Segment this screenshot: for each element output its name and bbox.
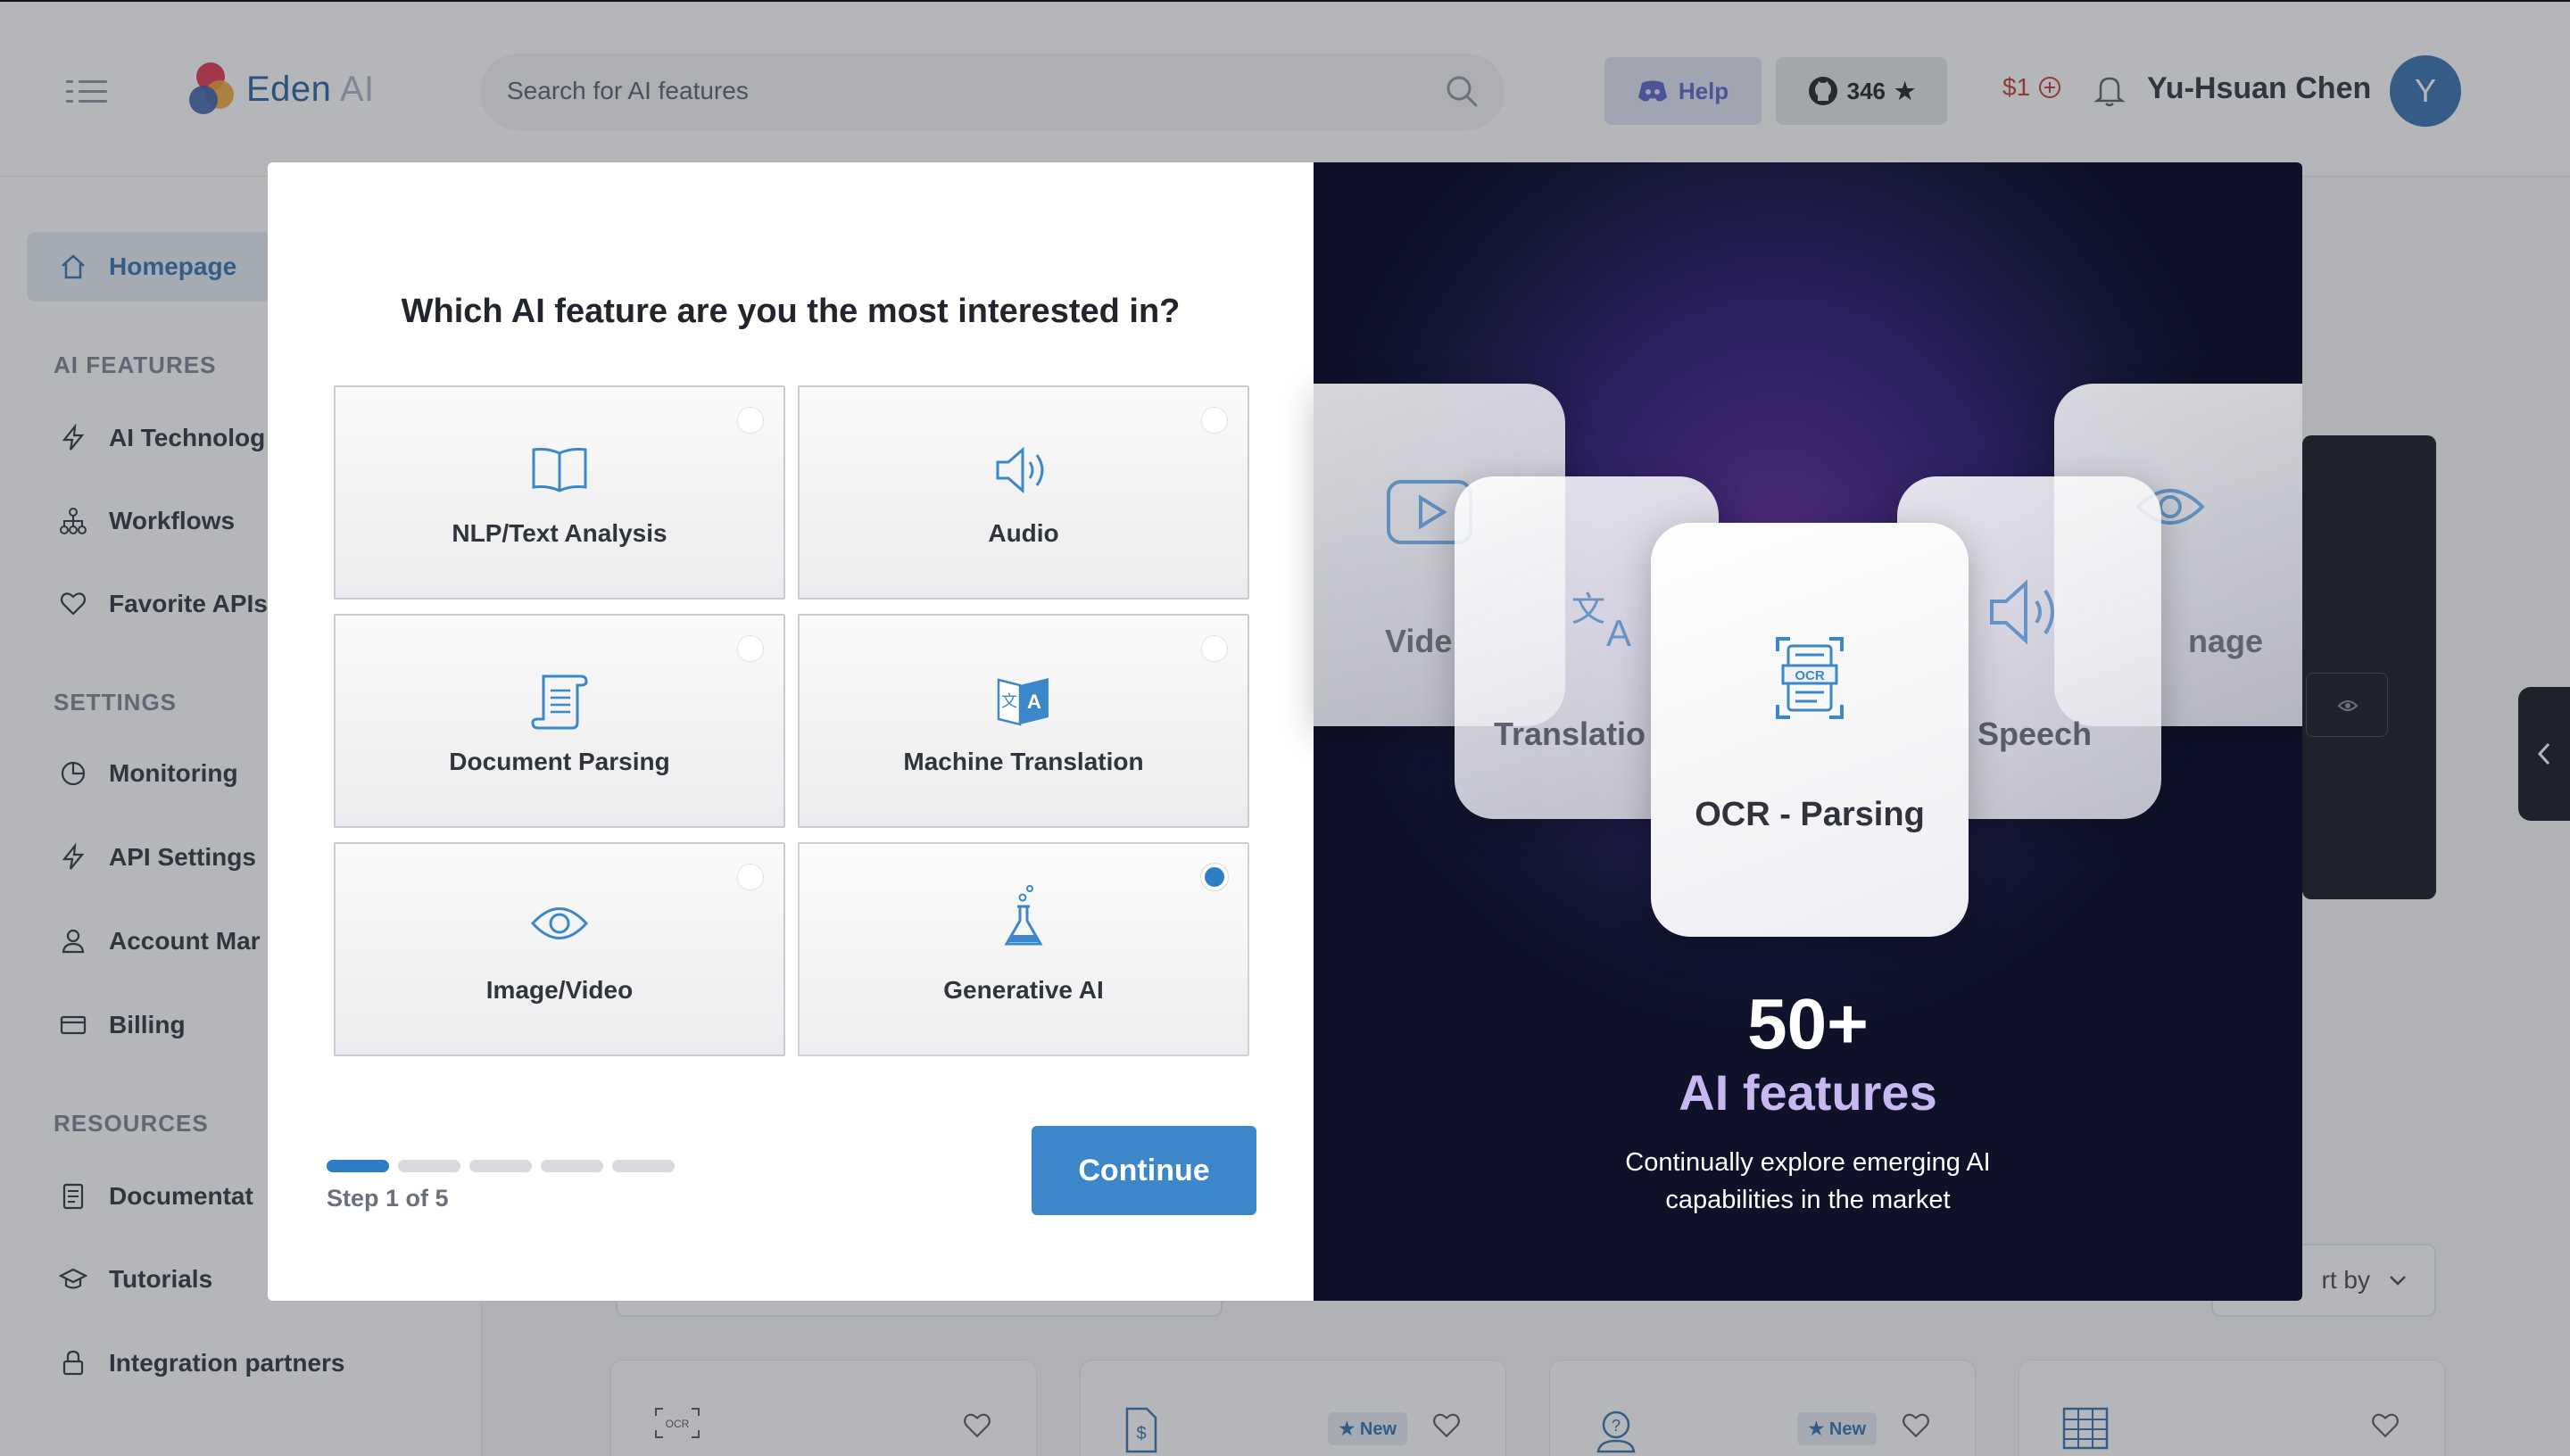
- svg-text:A: A: [1606, 612, 1631, 649]
- option-radio[interactable]: [737, 864, 764, 890]
- feature-card-ocr-parsing: OCR OCR - Parsing: [1651, 523, 1969, 937]
- eye-icon: [530, 901, 589, 946]
- onboarding-modal: Which AI feature are you the most intere…: [268, 162, 2302, 1301]
- translate-icon: 文A: [997, 673, 1050, 732]
- scroll-document-icon: [531, 673, 588, 732]
- feature-card-label: OCR - Parsing: [1695, 796, 1925, 833]
- option-label: Machine Translation: [903, 748, 1144, 775]
- option-machine-translation[interactable]: 文A Machine Translation: [798, 614, 1249, 828]
- option-label: Image/Video: [485, 976, 634, 1004]
- step-progress: [327, 1160, 675, 1172]
- feature-card-label: Translatio: [1494, 716, 1646, 752]
- modal-question-panel: Which AI feature are you the most intere…: [268, 162, 1314, 1301]
- ocr-document-icon: OCR: [1774, 635, 1845, 721]
- option-audio[interactable]: Audio: [798, 385, 1249, 600]
- option-nlp-text-analysis[interactable]: NLP/Text Analysis: [334, 385, 785, 600]
- option-generative-ai[interactable]: Generative AI: [798, 842, 1249, 1056]
- option-document-parsing[interactable]: Document Parsing: [334, 614, 785, 828]
- option-label: NLP/Text Analysis: [452, 519, 667, 547]
- option-image-video[interactable]: Image/Video: [334, 842, 785, 1056]
- progress-segment: [398, 1160, 460, 1172]
- option-radio[interactable]: [737, 635, 764, 662]
- feature-subtext: Continually explore emerging AI capabili…: [1314, 1144, 2302, 1219]
- flask-icon: [1003, 883, 1044, 947]
- speaker-icon: [1986, 576, 2067, 648]
- svg-text:A: A: [1027, 691, 1041, 713]
- feature-headline: AI features: [1679, 1064, 1937, 1121]
- feature-card-label: Speech: [1977, 716, 2093, 752]
- feature-card-label: nage: [2188, 623, 2264, 659]
- book-icon: [530, 444, 589, 492]
- speaker-icon: [994, 444, 1053, 496]
- option-label: Generative AI: [943, 976, 1104, 1004]
- progress-segment: [469, 1160, 532, 1172]
- features-promo-panel: Vide nage 文A Translatio Speech OCR OCR -…: [1314, 162, 2302, 1301]
- translate-icon: 文A: [1571, 587, 1637, 649]
- option-label: Audio: [988, 519, 1059, 547]
- modal-question: Which AI feature are you the most intere…: [401, 293, 1181, 330]
- progress-segment-active: [327, 1160, 389, 1172]
- progress-segment: [541, 1160, 603, 1172]
- option-radio[interactable]: [1201, 407, 1228, 434]
- continue-button[interactable]: Continue: [1032, 1126, 1256, 1215]
- option-label: Document Parsing: [449, 748, 670, 775]
- progress-segment: [612, 1160, 675, 1172]
- option-radio[interactable]: [737, 407, 764, 434]
- svg-text:文: 文: [1001, 692, 1017, 710]
- option-radio-selected[interactable]: [1201, 864, 1228, 890]
- feature-card-label: Vide: [1385, 623, 1453, 659]
- feature-subtext-line: Continually explore emerging AI: [1625, 1148, 1991, 1177]
- feature-count: 50+: [1747, 984, 1869, 1063]
- svg-text:文: 文: [1571, 592, 1605, 629]
- option-radio[interactable]: [1201, 635, 1228, 662]
- svg-text:OCR: OCR: [1795, 668, 1825, 683]
- step-indicator: Step 1 of 5: [327, 1185, 449, 1212]
- feature-subtext-line: capabilities in the market: [1665, 1186, 1951, 1214]
